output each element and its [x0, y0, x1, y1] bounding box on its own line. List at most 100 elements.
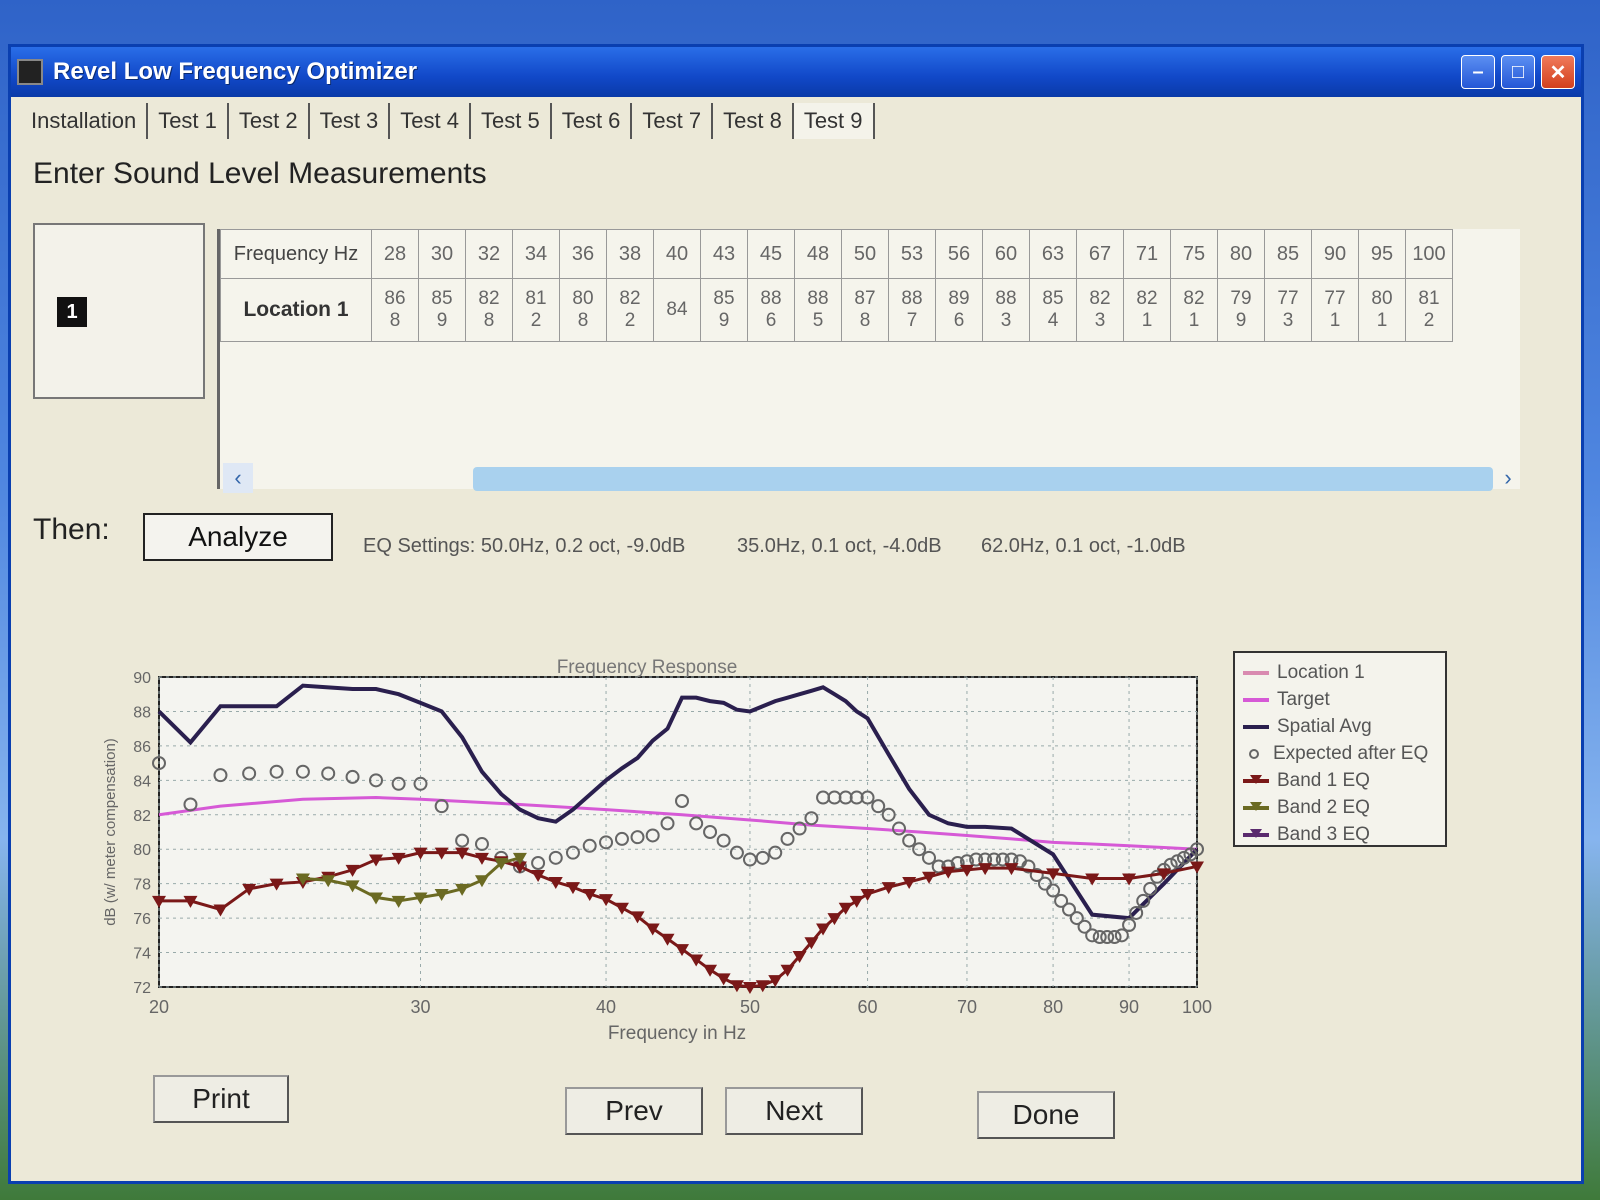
- app-icon: [17, 59, 43, 85]
- tab-test-6[interactable]: Test 6: [552, 103, 633, 139]
- scroll-right-icon[interactable]: ›: [1493, 463, 1523, 493]
- scroll-left-icon[interactable]: ‹: [223, 463, 253, 493]
- scrollbar-thumb[interactable]: [473, 467, 1493, 491]
- measurement-value-line-1: 77: [1277, 288, 1299, 309]
- measurement-cell[interactable]: 82 3: [1076, 278, 1124, 342]
- minimize-icon[interactable]: –: [1461, 55, 1495, 89]
- frequency-cell: 85: [1264, 229, 1312, 279]
- title-bar[interactable]: Revel Low Frequency Optimizer – □ ✕: [11, 47, 1581, 97]
- tab-installation[interactable]: Installation: [21, 103, 149, 139]
- measurement-value-line-2: 3: [1094, 310, 1106, 331]
- measurement-cell[interactable]: 85 4: [1029, 278, 1077, 342]
- y-tick-label: 72: [133, 980, 151, 997]
- tab-test-9[interactable]: Test 9: [793, 103, 875, 139]
- measurement-value-line-1: 82: [1183, 288, 1205, 309]
- measurement-cell[interactable]: 82 8: [465, 278, 513, 342]
- legend-swatch: [1243, 802, 1269, 811]
- measurement-cell[interactable]: 84: [653, 278, 701, 342]
- measurement-cell[interactable]: 88 6: [747, 278, 795, 342]
- measurement-cell[interactable]: 77 1: [1311, 278, 1359, 342]
- frequency-cell: 71: [1123, 229, 1171, 279]
- x-tick-label: 80: [1043, 997, 1063, 1017]
- y-tick-label: 88: [133, 704, 151, 721]
- analyze-button[interactable]: Analyze: [143, 513, 333, 561]
- tab-test-3[interactable]: Test 3: [310, 103, 391, 139]
- legend-label: Target: [1277, 689, 1330, 710]
- maximize-icon[interactable]: □: [1501, 55, 1535, 89]
- tab-test-5[interactable]: Test 5: [471, 103, 552, 139]
- measurement-cell[interactable]: 82 1: [1170, 278, 1218, 342]
- legend-item: Expected after EQ: [1243, 742, 1428, 766]
- measurement-cell[interactable]: 81 2: [512, 278, 560, 342]
- measurement-value-line-2: 8: [859, 310, 871, 331]
- measurement-value-line-1: 82: [1089, 288, 1111, 309]
- measurement-cell[interactable]: 89 6: [935, 278, 983, 342]
- plot-area: [158, 676, 1198, 988]
- y-tick-label: 82: [133, 808, 151, 825]
- frequency-cell: 34: [512, 229, 560, 279]
- measurement-cell[interactable]: 80 1: [1358, 278, 1406, 342]
- legend-label: Band 3 EQ: [1277, 824, 1370, 845]
- measurement-value-line-1: 84: [666, 299, 688, 320]
- y-tick-label: 78: [133, 877, 151, 894]
- close-icon[interactable]: ✕: [1541, 55, 1575, 89]
- frequency-cell: 63: [1029, 229, 1077, 279]
- eq-setting-band-3: 62.0Hz, 0.1 oct, -1.0dB: [981, 535, 1186, 557]
- measurement-cell[interactable]: 88 3: [982, 278, 1030, 342]
- measurement-value-line-1: 80: [572, 288, 594, 309]
- location-badge[interactable]: 1: [57, 297, 87, 327]
- measurement-value-line-2: 1: [1188, 310, 1200, 331]
- measurement-cell[interactable]: 80 8: [559, 278, 607, 342]
- y-axis-label: dB (w/ meter compensation): [102, 738, 119, 926]
- horizontal-scrollbar[interactable]: ‹ ›: [223, 463, 1523, 493]
- tab-test-7[interactable]: Test 7: [632, 103, 714, 139]
- eq-setting-band-1: EQ Settings: 50.0Hz, 0.2 oct, -9.0dB: [363, 535, 686, 557]
- tab-test-1[interactable]: Test 1: [148, 103, 229, 139]
- frequency-cell: 32: [465, 229, 513, 279]
- tab-test-4[interactable]: Test 4: [390, 103, 471, 139]
- frequency-cell: 30: [418, 229, 466, 279]
- legend-item: Band 1 EQ: [1243, 769, 1370, 793]
- tab-test-2[interactable]: Test 2: [229, 103, 310, 139]
- measurement-value-line-1: 77: [1324, 288, 1346, 309]
- legend-swatch: [1243, 671, 1269, 675]
- x-tick-label: 60: [858, 997, 878, 1017]
- measurement-cell[interactable]: 85 9: [700, 278, 748, 342]
- measurement-value-line-2: 4: [1047, 310, 1059, 331]
- frequency-cell: 100: [1405, 229, 1453, 279]
- measurement-value-line-1: 88: [807, 288, 829, 309]
- tab-test-8[interactable]: Test 8: [713, 103, 794, 139]
- measurement-cell[interactable]: 82 1: [1123, 278, 1171, 342]
- measurement-cell[interactable]: 88 7: [888, 278, 936, 342]
- measurement-cell[interactable]: 88 5: [794, 278, 842, 342]
- measurement-cell[interactable]: 79 9: [1217, 278, 1265, 342]
- y-tick-label: 90: [133, 670, 151, 687]
- measurement-value-line-1: 79: [1230, 288, 1252, 309]
- measurement-cell[interactable]: 77 3: [1264, 278, 1312, 342]
- measurement-value-line-1: 89: [948, 288, 970, 309]
- measurement-cell[interactable]: 82 2: [606, 278, 654, 342]
- frequency-cell: 67: [1076, 229, 1124, 279]
- measurement-value-line-2: 6: [765, 310, 777, 331]
- measurement-value-line-1: 82: [1136, 288, 1158, 309]
- measurement-value-line-2: 9: [718, 310, 730, 331]
- measurement-value-line-2: 3: [1000, 310, 1012, 331]
- measurement-cell[interactable]: 86 8: [371, 278, 419, 342]
- chart-title: Frequency Response: [557, 657, 738, 678]
- measurement-value-line-1: 82: [619, 288, 641, 309]
- prev-button[interactable]: Prev: [565, 1087, 703, 1135]
- frequency-cell: 75: [1170, 229, 1218, 279]
- measurement-value-line-1: 88: [995, 288, 1017, 309]
- next-button[interactable]: Next: [725, 1087, 863, 1135]
- tab-strip: Installation Test 1 Test 2 Test 3 Test 4 Test…: [21, 103, 875, 141]
- measurement-cell[interactable]: 85 9: [418, 278, 466, 342]
- done-button[interactable]: Done: [977, 1091, 1115, 1139]
- frequency-cell: 56: [935, 229, 983, 279]
- print-button[interactable]: Print: [153, 1075, 289, 1123]
- measurement-value-line-1: 88: [760, 288, 782, 309]
- legend-swatch: [1249, 749, 1259, 759]
- location-list[interactable]: 1: [33, 223, 205, 399]
- legend-label: Band 2 EQ: [1277, 797, 1370, 818]
- measurement-cell[interactable]: 87 8: [841, 278, 889, 342]
- measurement-cell[interactable]: 81 2: [1405, 278, 1453, 342]
